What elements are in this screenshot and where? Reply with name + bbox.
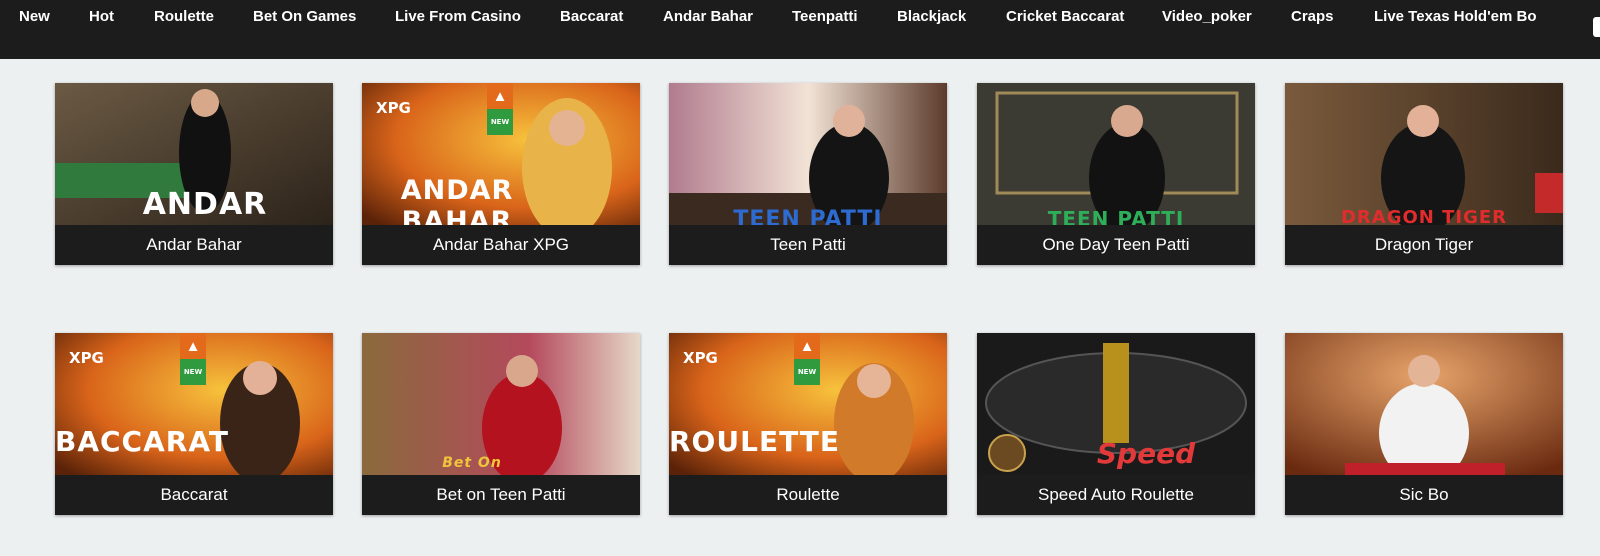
provider-logo: XPG — [69, 349, 104, 367]
game-thumbnail: TEEN PATTI — [669, 83, 947, 225]
fire-icon: ▲ — [794, 333, 820, 359]
game-title: Sic Bo — [1285, 475, 1563, 515]
game-title: Speed Auto Roulette — [977, 475, 1255, 515]
game-thumbnail: ANDAR BAHAR — [55, 83, 333, 225]
game-card-bet-on-teen-patti[interactable]: Bet On Bet on Teen Patti — [362, 333, 640, 515]
provider-logo: XPG — [683, 349, 718, 367]
game-thumbnail — [1285, 333, 1563, 475]
game-title: Andar Bahar — [55, 225, 333, 265]
nav-item-live-from-casino[interactable]: Live From Casino — [395, 8, 521, 25]
hot-new-badge: ▲ NEW — [180, 333, 206, 385]
nav-item-baccarat[interactable]: Baccarat — [560, 8, 623, 25]
nav-item-andar-bahar[interactable]: Andar Bahar — [663, 8, 753, 25]
game-thumbnail: Speed Roulette — [977, 333, 1255, 475]
game-card-one-day-teen-patti[interactable]: TEEN PATTI One Day Teen Patti — [977, 83, 1255, 265]
thumb-title: ROULETTE — [669, 425, 841, 458]
game-card-andar-bahar-xpg[interactable]: XPG ▲ NEW ANDAR BAHAR Andar Bahar XPG — [362, 83, 640, 265]
nav-item-video-poker[interactable]: Video_poker — [1162, 8, 1252, 25]
nav-item-roulette[interactable]: Roulette — [154, 8, 214, 25]
new-badge-icon: NEW — [487, 109, 513, 135]
new-badge-icon: NEW — [794, 359, 820, 385]
game-card-roulette[interactable]: XPG ▲ NEW ROULETTE Roulette — [669, 333, 947, 515]
nav-item-bet-on-games[interactable]: Bet On Games — [253, 8, 356, 25]
hot-new-badge: ▲ NEW — [794, 333, 820, 385]
game-card-dragon-tiger[interactable]: DRAGON TIGER Dragon Tiger — [1285, 83, 1563, 265]
nav-scroll-handle[interactable] — [1593, 17, 1600, 37]
nav-item-hot[interactable]: Hot — [89, 8, 114, 25]
provider-logo: XPG — [376, 99, 411, 117]
game-title: Teen Patti — [669, 225, 947, 265]
thumb-title: TEEN PATTI — [733, 207, 883, 225]
thumb-title: TEEN PATTI — [1047, 207, 1185, 225]
game-card-baccarat[interactable]: XPG ▲ NEW BACCARAT Baccarat — [55, 333, 333, 515]
game-title: Bet on Teen Patti — [362, 475, 640, 515]
nav-item-blackjack[interactable]: Blackjack — [897, 8, 966, 25]
game-thumbnail: XPG ▲ NEW ROULETTE — [669, 333, 947, 475]
nav-item-cricket-baccarat[interactable]: Cricket Baccarat — [1006, 8, 1124, 25]
game-thumbnail: Bet On — [362, 333, 640, 475]
game-card-andar-bahar[interactable]: ANDAR BAHAR Andar Bahar — [55, 83, 333, 265]
nav-item-new[interactable]: New — [19, 8, 50, 25]
game-title: Baccarat — [55, 475, 333, 515]
thumb-title: BACCARAT — [55, 425, 229, 458]
nav-item-teenpatti[interactable]: Teenpatti — [792, 8, 858, 25]
new-badge-icon: NEW — [180, 359, 206, 385]
thumb-title: ANDAR BAHAR — [142, 187, 268, 225]
thumb-title: DRAGON TIGER — [1340, 207, 1508, 225]
game-thumbnail: TEEN PATTI — [977, 83, 1255, 225]
game-title: Dragon Tiger — [1285, 225, 1563, 265]
top-navigation: New Hot Roulette Bet On Games Live From … — [0, 0, 1600, 59]
game-card-speed-auto-roulette[interactable]: Speed Roulette Speed Auto Roulette — [977, 333, 1255, 515]
game-title: Andar Bahar XPG — [362, 225, 640, 265]
game-title: Roulette — [669, 475, 947, 515]
game-thumbnail: XPG ▲ NEW BACCARAT — [55, 333, 333, 475]
thumb-title: ANDAR BAHAR — [400, 175, 514, 225]
game-card-teen-patti[interactable]: TEEN PATTI Teen Patti — [669, 83, 947, 265]
thumb-title: Speed Roulette — [1079, 437, 1213, 475]
game-thumbnail: XPG ▲ NEW ANDAR BAHAR — [362, 83, 640, 225]
game-title: One Day Teen Patti — [977, 225, 1255, 265]
game-thumbnail: DRAGON TIGER — [1285, 83, 1563, 225]
hot-new-badge: ▲ NEW — [487, 83, 513, 135]
fire-icon: ▲ — [487, 83, 513, 109]
thumb-title: Bet On — [442, 455, 502, 471]
nav-item-live-texas-holdem[interactable]: Live Texas Hold'em Bo — [1374, 8, 1537, 25]
game-card-sic-bo[interactable]: Sic Bo — [1285, 333, 1563, 515]
nav-item-craps[interactable]: Craps — [1291, 8, 1334, 25]
fire-icon: ▲ — [180, 333, 206, 359]
